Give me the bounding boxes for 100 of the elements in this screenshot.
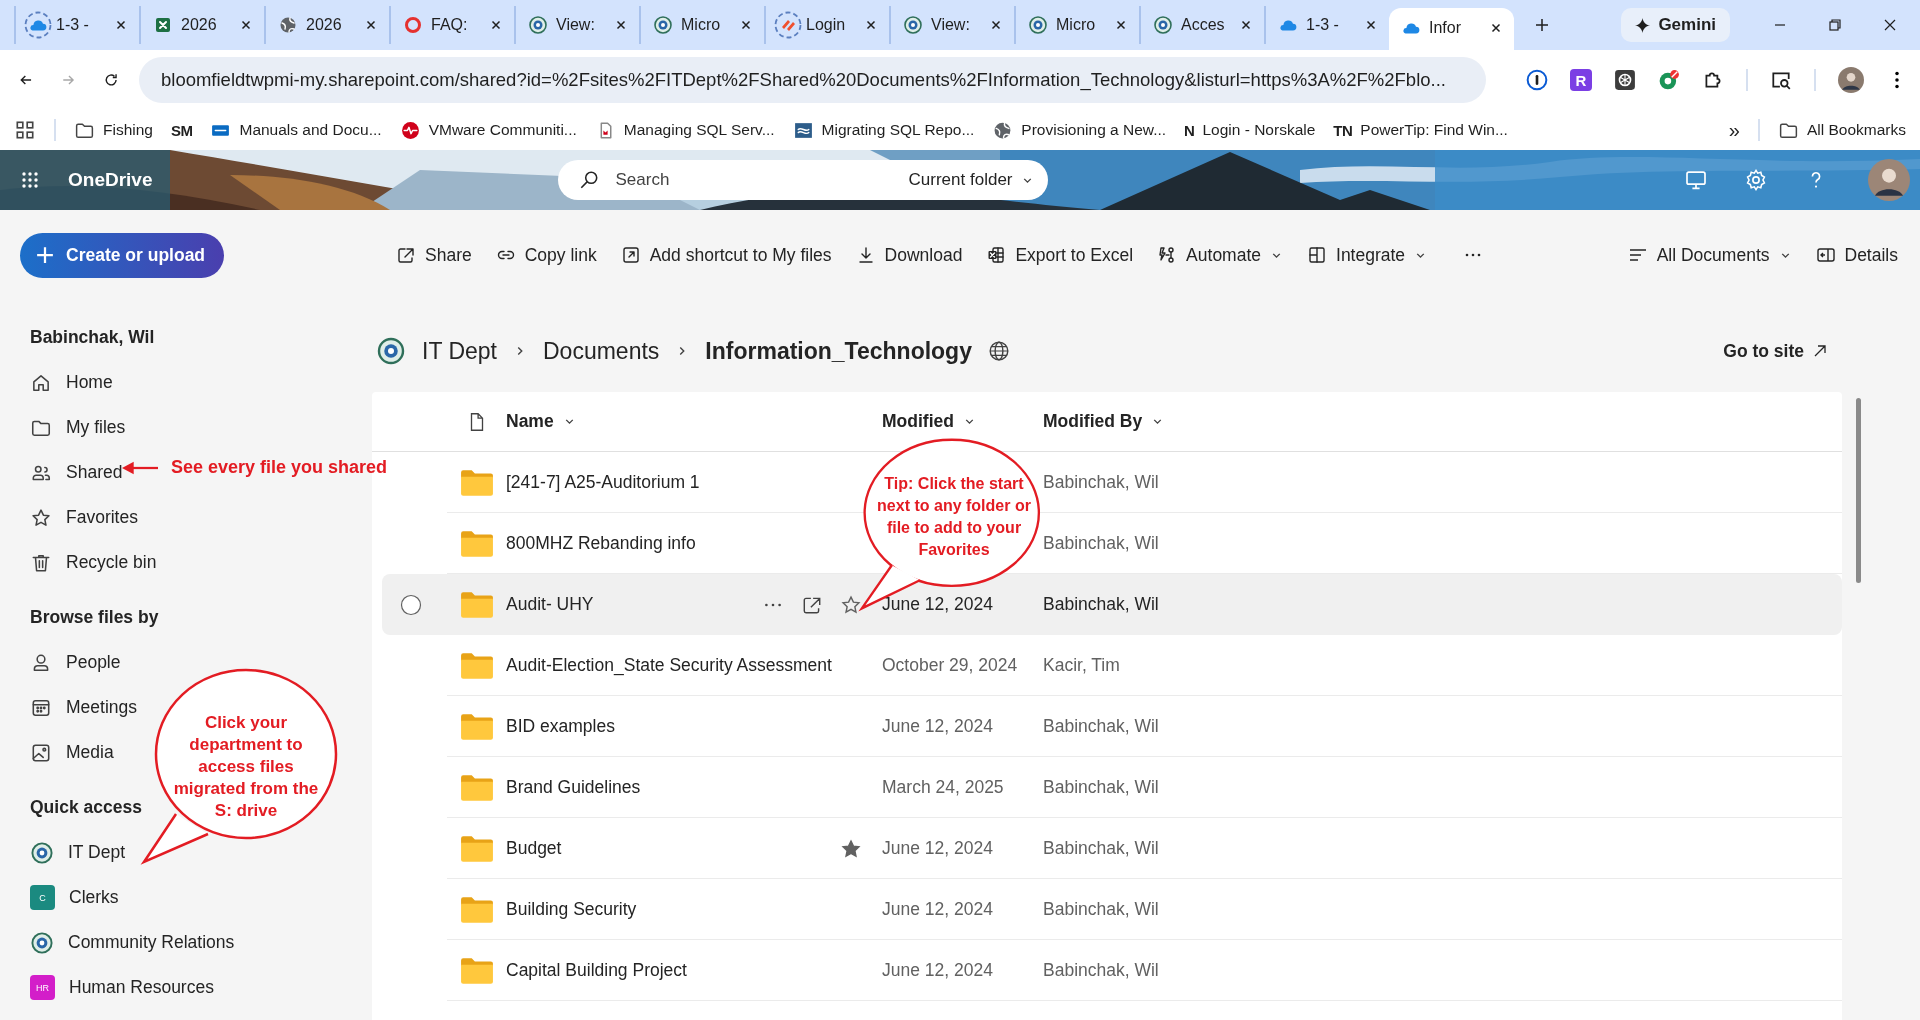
site-link[interactable]: Community Relations	[30, 920, 235, 965]
file-row[interactable]: Audit- UHY June 12, 2024 Babinchak, Wil	[382, 574, 1842, 635]
nav-item[interactable]: Shared	[30, 450, 123, 495]
breadcrumb-link[interactable]: IT Dept	[422, 337, 497, 365]
toolbar-button[interactable]: Add shortcut to My files	[618, 240, 834, 270]
column-header[interactable]: Name	[506, 411, 576, 432]
shortcut-icon	[620, 245, 641, 265]
gemini-button[interactable]: Gemini	[1621, 8, 1730, 42]
extension-icon[interactable]: R	[1570, 69, 1592, 91]
globe-icon	[987, 340, 1010, 362]
browser-tab[interactable]: Micro	[1014, 6, 1139, 44]
file-name[interactable]: Audit- UHY	[506, 594, 594, 614]
close-tab-icon[interactable]	[865, 19, 877, 31]
new-tab-icon[interactable]	[1534, 17, 1550, 33]
site-link[interactable]: HR Human Resources	[30, 965, 214, 1010]
date-cell: October 29, 2024	[882, 655, 1018, 675]
all-bookmarks-button[interactable]: All Bookmarks	[1777, 119, 1906, 141]
ring-icon	[403, 15, 423, 35]
toolbar-button[interactable]: Download	[853, 240, 965, 270]
nav-item[interactable]: Media	[30, 730, 114, 775]
close-tab-icon[interactable]	[1115, 19, 1127, 31]
restore-icon[interactable]	[1827, 17, 1843, 33]
file-name[interactable]: Building Security	[506, 899, 637, 919]
file-name[interactable]: 800MHZ Rebanding info	[506, 533, 696, 553]
browser-tab[interactable]: View:	[889, 6, 1014, 44]
column-header[interactable]: Modified By	[1043, 411, 1165, 432]
create-upload-button[interactable]: Create or upload	[20, 232, 224, 278]
nav-item[interactable]: My files	[30, 405, 126, 450]
bookmark[interactable]: TN PowerTip: Find Win...	[1333, 121, 1508, 139]
browser-tab[interactable]: Login	[764, 6, 889, 44]
nav-item[interactable]: Favorites	[30, 495, 138, 540]
browser-tab[interactable]: 2026	[264, 6, 389, 44]
app-launcher-icon[interactable]	[20, 170, 40, 190]
nav-item[interactable]: Meetings	[30, 685, 137, 730]
file-name[interactable]: Capital Building Project	[506, 960, 687, 980]
toolbar-button[interactable]: Export to Excel	[984, 240, 1136, 270]
file-name[interactable]: Brand Guidelines	[506, 777, 641, 797]
search-scope-dropdown[interactable]: Current folder	[908, 170, 1034, 190]
browser-tab[interactable]: Micro	[639, 6, 764, 44]
close-tab-icon[interactable]	[1490, 22, 1502, 34]
go-to-site-link[interactable]: Go to site	[1723, 340, 1828, 362]
knot-icon[interactable]	[1614, 69, 1636, 91]
profile-avatar[interactable]	[1838, 67, 1864, 93]
browser-tab[interactable]: 2026	[139, 6, 264, 44]
close-tab-icon[interactable]	[615, 19, 627, 31]
scrollbar-thumb[interactable]	[1856, 398, 1861, 583]
more-bookmarks-button[interactable]: »	[1728, 118, 1740, 142]
bookmark[interactable]: Manuals and Docu...	[210, 119, 382, 141]
monitor-icon[interactable]	[1684, 168, 1708, 192]
bookmark[interactable]: Fishing	[74, 119, 153, 141]
details-button[interactable]: Details	[1813, 240, 1900, 270]
toolbar-button[interactable]: Share	[394, 240, 474, 270]
search-field[interactable]: Search Current folder	[557, 160, 1048, 200]
browser-tab[interactable]: Infor	[1389, 8, 1514, 50]
close-tab-icon[interactable]	[365, 19, 377, 31]
star-icon[interactable]	[840, 593, 862, 616]
view-switcher[interactable]: All Documents	[1625, 240, 1794, 270]
toolbar-button[interactable]: Integrate	[1305, 240, 1430, 270]
bookmark[interactable]: Managing SQL Serv...	[594, 119, 775, 141]
bookmark[interactable]: Migrating SQL Repo...	[792, 119, 975, 141]
file-name[interactable]: Audit-Election_State Security Assessment	[506, 655, 832, 675]
close-tab-icon[interactable]	[1240, 19, 1252, 31]
browser-tab[interactable]: View:	[514, 6, 639, 44]
bookmark[interactable]: N Login - Norskale	[1184, 121, 1316, 139]
close-tab-icon[interactable]	[115, 19, 127, 31]
close-tab-icon[interactable]	[1365, 19, 1377, 31]
close-tab-icon[interactable]	[490, 19, 502, 31]
nav-item[interactable]: Recycle bin	[30, 540, 157, 585]
site-link[interactable]: C Clerks	[30, 875, 119, 920]
close-tab-icon[interactable]	[990, 19, 1002, 31]
file-name[interactable]: BID examples	[506, 716, 615, 736]
star-icon[interactable]	[840, 837, 862, 860]
browser-tab[interactable]: Acces	[1139, 6, 1264, 44]
account-avatar[interactable]	[1868, 159, 1910, 201]
browser-tab[interactable]: 1-3 -	[14, 6, 139, 44]
close-icon[interactable]	[1882, 17, 1898, 33]
key-hole-icon[interactable]	[1526, 69, 1548, 91]
bookmark[interactable]: SM	[170, 121, 193, 139]
site-link[interactable]: IT Dept	[30, 830, 126, 875]
close-tab-icon[interactable]	[740, 19, 752, 31]
address-bar[interactable]: bloomfieldtwpmi-my.sharepoint.com/shared?id=%2Fsites%2FITDept%2FShared%20Documents%2FInformation_Technology&listurl=https%3A%2F%2Fblo...	[139, 57, 1486, 103]
settings-icon[interactable]	[1744, 168, 1768, 192]
select-checkbox[interactable]	[400, 593, 422, 616]
nav-item[interactable]: Home	[30, 360, 113, 405]
bookmark[interactable]: VMware Communiti...	[399, 119, 577, 141]
breadcrumb-link[interactable]: Information_Technology	[705, 337, 972, 365]
browser-tab[interactable]: FAQ:	[389, 6, 514, 44]
file-name[interactable]: Budget	[506, 838, 562, 858]
bookmark[interactable]: Provisioning a New...	[992, 119, 1167, 141]
apps-grid-icon[interactable]	[14, 119, 36, 141]
close-tab-icon[interactable]	[240, 19, 252, 31]
nav-item[interactable]: People	[30, 640, 121, 685]
toolbar-button[interactable]: Automate	[1155, 240, 1285, 270]
column-header[interactable]: Modified	[882, 411, 976, 432]
extension-blocked-icon[interactable]	[1658, 69, 1680, 91]
file-name[interactable]: [241-7] A25-Auditorium 1	[506, 472, 700, 492]
app-name[interactable]: OneDrive	[68, 169, 153, 191]
breadcrumb-link[interactable]: Documents	[543, 337, 660, 365]
toolbar-button[interactable]: Copy link	[493, 240, 599, 270]
date-cell: June 12, 2024	[882, 594, 993, 614]
